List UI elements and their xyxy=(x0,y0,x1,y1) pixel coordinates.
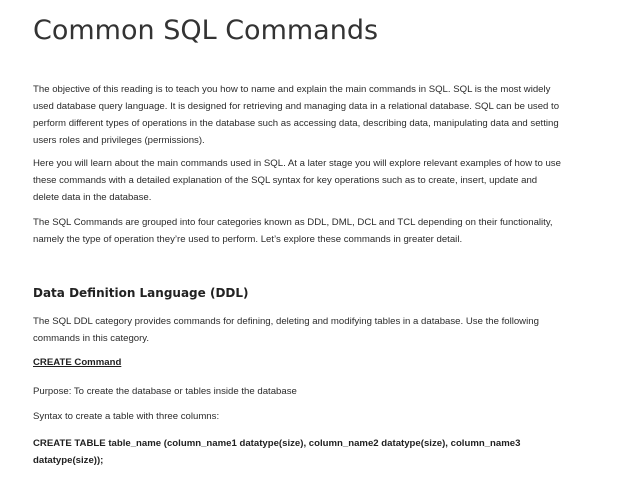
ddl-section-heading: Data Definition Language (DDL) xyxy=(33,286,249,300)
create-command-heading: CREATE Command xyxy=(33,357,122,368)
intro-paragraph-2: Here you will learn about the main comma… xyxy=(33,158,561,203)
create-purpose: Purpose: To create the database or table… xyxy=(33,386,297,397)
ddl-description: The SQL DDL category provides commands f… xyxy=(33,316,539,344)
create-syntax-intro: Syntax to create a table with three colu… xyxy=(33,411,220,422)
page-title: Common SQL Commands xyxy=(33,15,379,46)
create-syntax-code: CREATE TABLE table_name (column_name1 da… xyxy=(33,438,521,466)
intro-paragraph-1: The objective of this reading is to teac… xyxy=(33,84,560,146)
intro-paragraph-3: The SQL Commands are grouped into four c… xyxy=(33,217,553,245)
